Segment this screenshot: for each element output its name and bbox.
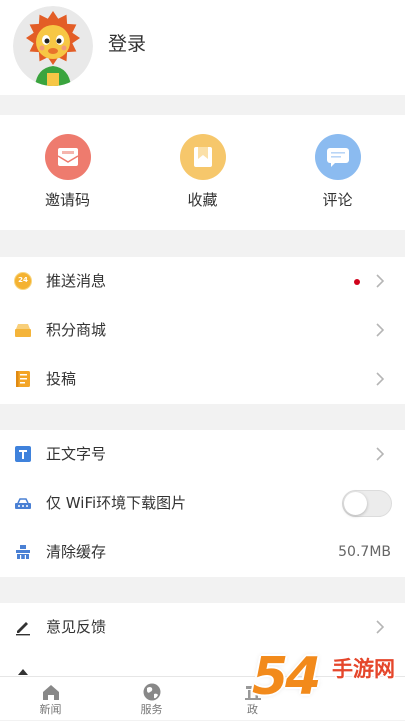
tab-government[interactable]: 政 bbox=[202, 677, 303, 721]
menu-item-label: 仅 WiFi环境下载图片 bbox=[46, 494, 187, 512]
tab-services[interactable]: 服务 bbox=[101, 677, 202, 721]
quick-actions: 邀请码 收藏 评论 bbox=[0, 115, 405, 230]
chevron-right-icon bbox=[376, 323, 384, 337]
tab-label: 新闻 bbox=[39, 703, 62, 716]
chevron-right-icon bbox=[376, 274, 384, 288]
menu-item-feedback[interactable]: 意见反馈 bbox=[0, 603, 405, 652]
chevron-right-icon bbox=[376, 447, 384, 461]
invite-code-button[interactable]: 邀请码 bbox=[0, 115, 135, 230]
clear-cache-icon bbox=[14, 543, 32, 561]
tab-label: 服务 bbox=[140, 703, 163, 716]
push-badge-icon: 24 bbox=[14, 272, 32, 290]
menu-item-push-messages[interactable]: 24 推送消息 bbox=[0, 257, 405, 306]
lion-mascot-avatar-icon bbox=[13, 6, 93, 86]
menu-item-submit-article[interactable]: 投稿 bbox=[0, 355, 405, 404]
menu-item-font-size[interactable]: 正文字号 bbox=[0, 430, 405, 479]
favorites-label: 收藏 bbox=[187, 191, 218, 209]
avatar[interactable] bbox=[13, 6, 93, 86]
cache-size-value: 50.7MB bbox=[338, 544, 391, 560]
favorites-button[interactable]: 收藏 bbox=[135, 115, 270, 230]
menu-item-wifi-only-images: 仅 WiFi环境下载图片 bbox=[0, 479, 405, 528]
menu-item-points-mall[interactable]: 积分商城 bbox=[0, 306, 405, 355]
wifi-download-icon bbox=[14, 494, 32, 512]
invite-code-label: 邀请码 bbox=[44, 191, 90, 209]
login-link[interactable]: 登录 bbox=[108, 32, 146, 56]
store-icon bbox=[14, 321, 32, 339]
bookmark-icon bbox=[179, 134, 226, 180]
home-icon bbox=[40, 682, 62, 702]
wifi-only-toggle[interactable] bbox=[342, 490, 392, 517]
menu-item-label: 正文字号 bbox=[46, 445, 107, 463]
menu-item-clear-cache[interactable]: 清除缓存 50.7MB bbox=[0, 528, 405, 577]
tab-news[interactable]: 新闻 bbox=[0, 677, 101, 721]
menu-group-settings: 正文字号 仅 WiFi环境下载图片 清除缓存 50.7MB bbox=[0, 430, 405, 577]
unread-dot bbox=[354, 279, 360, 285]
globe-icon bbox=[141, 682, 163, 702]
menu-item-label: 推送消息 bbox=[46, 272, 107, 290]
bottom-tab-bar: 新闻 服务 政 bbox=[0, 676, 405, 720]
comments-label: 评论 bbox=[322, 191, 353, 209]
notebook-icon bbox=[14, 370, 32, 388]
profile-header: 登录 bbox=[0, 0, 405, 95]
chevron-right-icon bbox=[376, 372, 384, 386]
menu-item-label: 清除缓存 bbox=[46, 543, 107, 561]
menu-group-content: 24 推送消息 积分商城 投稿 bbox=[0, 257, 405, 404]
text-size-icon bbox=[14, 445, 32, 463]
comments-button[interactable]: 评论 bbox=[270, 115, 405, 230]
chevron-right-icon bbox=[376, 620, 384, 634]
toggle-knob bbox=[344, 492, 367, 515]
pencil-icon bbox=[14, 618, 32, 636]
menu-item-label: 投稿 bbox=[46, 370, 77, 388]
chat-bubble-icon bbox=[314, 134, 361, 180]
menu-item-label: 意见反馈 bbox=[46, 618, 107, 636]
envelope-icon bbox=[44, 134, 91, 180]
tab-label: 政 bbox=[247, 703, 258, 716]
building-icon bbox=[242, 682, 264, 702]
menu-item-label: 积分商城 bbox=[46, 321, 107, 339]
